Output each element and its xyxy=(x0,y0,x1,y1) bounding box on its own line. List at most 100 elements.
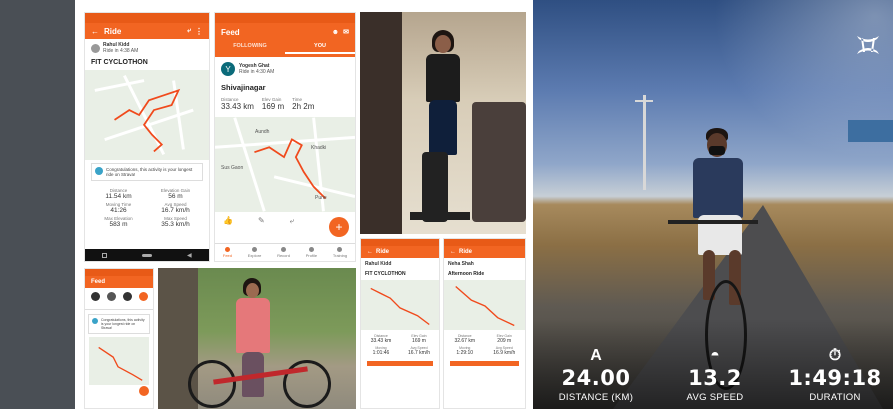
strava-feed-screen: Feed ☻ ✉ FOLLOWING YOU Y Yogesh Ghat Rid… xyxy=(214,12,356,262)
stopwatch-icon: ⏱ xyxy=(828,347,842,364)
app-header: ← Ride xyxy=(361,246,439,258)
activity-title: Shivajinagar xyxy=(221,83,266,92)
strava-activity-screen-2: ← Ride Rahul Kidd FIT CYCLOTHON Distance… xyxy=(360,238,440,409)
metric-value: 24.00 xyxy=(561,366,631,390)
app-header: ← Ride xyxy=(444,246,525,258)
add-friend-icon[interactable]: ☻ xyxy=(332,29,339,36)
stats-row: Distance 33.43 km Elev Gain 169 m Time 2h 2… xyxy=(215,94,355,114)
trophy-icon xyxy=(92,318,98,324)
map-label: Sus Gaon xyxy=(221,165,244,171)
stat-value: 16.9 km/h xyxy=(493,350,516,356)
congrats-text: Congratulations, this activity is your l… xyxy=(106,167,193,177)
route-map[interactable] xyxy=(89,337,149,385)
profile-icon xyxy=(308,247,314,252)
kudos-icon[interactable]: 👍 xyxy=(223,216,233,226)
photo-girl-bicycle xyxy=(158,268,356,409)
nav-label: Profile xyxy=(305,253,318,258)
route-map-svg xyxy=(370,287,430,326)
metric-label: DURATION xyxy=(809,392,861,403)
back-arrow-icon[interactable]: ← xyxy=(91,27,99,36)
route-map[interactable] xyxy=(85,70,209,160)
nav-label: Record xyxy=(277,253,290,258)
bike-front-wheel xyxy=(188,360,236,408)
bike-base xyxy=(410,212,470,220)
route-map[interactable]: Khadki Aundh Sus Gaon Pune xyxy=(215,117,355,212)
map-label: Pune xyxy=(315,195,327,201)
record-fab-button[interactable] xyxy=(139,386,149,396)
nav-feed[interactable]: Feed xyxy=(223,247,232,258)
stat-value: 169 m xyxy=(412,338,426,344)
status-bar xyxy=(444,239,525,246)
header-title: Ride xyxy=(376,249,390,255)
stat-value: 2h 2m xyxy=(292,102,315,111)
status-bar xyxy=(85,13,209,23)
back-arrow-icon[interactable]: ← xyxy=(450,249,456,255)
header-title: Ride xyxy=(459,249,473,255)
activity-title: FIT CYCLOTHON xyxy=(91,59,148,66)
congrats-card: Congratulations, this activity is your l… xyxy=(88,314,150,334)
under-armour-logo-icon xyxy=(857,36,879,54)
stat-value: 35.3 km/h xyxy=(161,221,190,228)
stat-value: 56 m xyxy=(168,193,183,200)
athlete-name: Neha Shah xyxy=(448,261,474,267)
status-bar xyxy=(85,269,153,276)
club-icons-row xyxy=(85,288,153,305)
nav-recent-icon[interactable] xyxy=(102,252,108,258)
orange-button[interactable] xyxy=(367,361,433,366)
house xyxy=(848,120,893,142)
metric-duration: ⏱ 1:49:18 DURATION xyxy=(780,346,890,403)
header-title: Ride xyxy=(104,26,122,36)
club-icon[interactable] xyxy=(90,292,100,301)
more-icon[interactable]: ⋮ xyxy=(195,27,203,36)
share-icon[interactable]: ⤶ xyxy=(187,27,191,35)
route-map-svg xyxy=(455,285,515,327)
status-bar xyxy=(215,13,355,23)
nav-profile[interactable]: Profile xyxy=(306,247,317,258)
metric-label: AVG SPEED xyxy=(686,392,744,403)
avatar: Y xyxy=(221,62,235,76)
route-map[interactable] xyxy=(361,280,439,330)
athlete-row[interactable]: Rahul Kidd Ride in 4:38 AM xyxy=(85,39,209,57)
tab-following[interactable]: FOLLOWING xyxy=(215,41,285,54)
chat-icon[interactable]: ✉ xyxy=(343,28,349,36)
stat-value: 32.67 km xyxy=(454,338,476,344)
share-icon[interactable]: ⤶ xyxy=(290,216,294,226)
app-header: ← Ride ⤶ ⋮ xyxy=(85,23,209,39)
nav-back-icon[interactable]: ◀ xyxy=(187,252,192,259)
record-fab-button[interactable]: + xyxy=(329,217,349,237)
athlete-row[interactable]: Y Yogesh Ghat Ride in 4:30 AM xyxy=(215,57,355,81)
stat-value: 16.7 km/h xyxy=(408,350,430,356)
nav-label: Explore xyxy=(247,253,262,258)
route-map-svg xyxy=(98,346,143,381)
explore-icon xyxy=(252,247,258,252)
club-icon[interactable] xyxy=(138,292,148,301)
nav-record[interactable]: Record xyxy=(277,247,290,258)
metric-label: DISTANCE (KM) xyxy=(558,392,634,403)
club-icon[interactable] xyxy=(122,292,132,301)
avatar xyxy=(91,43,100,53)
photo-road-cyclist: A 24.00 DISTANCE (KM) ◓ 13.2 AVG SPEED ⏱… xyxy=(533,0,893,409)
stat-value: 11.54 km xyxy=(105,193,132,200)
orange-button[interactable] xyxy=(450,361,519,366)
stats-grid: Distance 32.67 km Elev Gain 209 m Moving 1:… xyxy=(444,332,525,358)
back-arrow-icon[interactable]: ← xyxy=(367,249,373,255)
club-icon[interactable] xyxy=(106,292,116,301)
metric-value: 13.2 xyxy=(688,366,742,390)
congrats-text: Congratulations, this activity is your l… xyxy=(101,318,145,330)
power-pole xyxy=(643,95,646,190)
stat-value: 169 m xyxy=(261,102,285,111)
tab-you[interactable]: YOU xyxy=(285,41,355,54)
status-bar xyxy=(361,239,439,246)
power-pole-arm xyxy=(635,100,653,102)
training-icon xyxy=(337,247,343,252)
activity-title: Afternoon Ride xyxy=(448,271,485,277)
nav-home-icon[interactable] xyxy=(142,253,153,257)
metric-value: 1:49:18 xyxy=(788,366,882,390)
nav-training[interactable]: Training xyxy=(333,247,347,258)
nav-explore[interactable]: Explore xyxy=(247,247,262,258)
stat-value: 33.43 km xyxy=(221,102,254,111)
athlete-name: Rahul Kidd xyxy=(365,261,392,267)
comment-icon[interactable]: ✎ xyxy=(258,216,265,226)
metric-distance: A 24.00 DISTANCE (KM) xyxy=(541,346,651,403)
route-map[interactable] xyxy=(444,280,525,330)
